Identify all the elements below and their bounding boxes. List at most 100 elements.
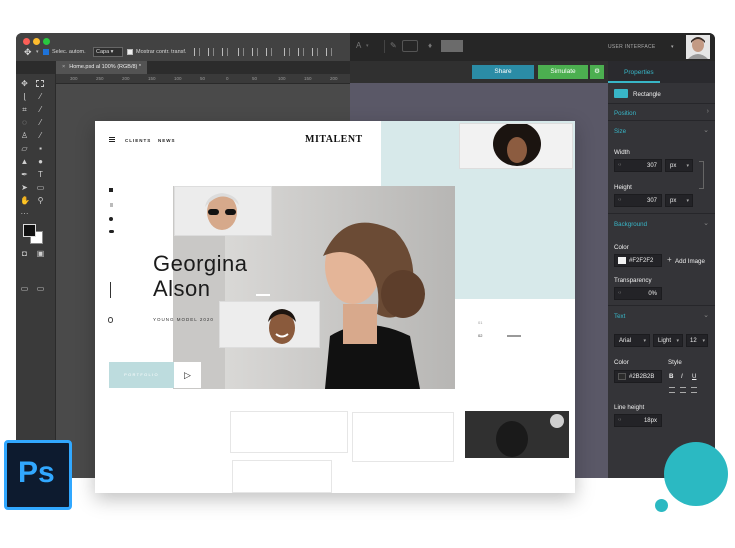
chevron-down-icon[interactable]: ▾ bbox=[36, 49, 39, 55]
align-left-icon[interactable] bbox=[194, 48, 200, 56]
section-size[interactable]: Size bbox=[614, 128, 626, 135]
align-bottom-icon[interactable] bbox=[266, 48, 272, 56]
frame-tool-icon[interactable]: ▭ bbox=[36, 284, 45, 293]
simulate-button[interactable]: Simulate bbox=[538, 65, 588, 79]
maximize-window-icon[interactable] bbox=[43, 38, 50, 45]
align-center-icon[interactable] bbox=[680, 387, 686, 393]
marquee-tool-icon[interactable] bbox=[36, 80, 44, 87]
share-button[interactable]: Share bbox=[472, 65, 534, 79]
pen-tool-icon[interactable]: ✒ bbox=[20, 170, 29, 179]
eyedropper-icon[interactable]: ⁄ bbox=[36, 105, 45, 114]
pen-icon[interactable]: ✎ bbox=[390, 41, 397, 50]
align-left-icon[interactable] bbox=[669, 387, 675, 393]
chevron-down-icon[interactable]: ⌄ bbox=[703, 219, 709, 227]
stepper-arrows-icon[interactable]: ‹› bbox=[618, 197, 621, 203]
twitter-icon[interactable] bbox=[109, 230, 114, 233]
stroke-select[interactable] bbox=[402, 40, 418, 52]
nav-clients[interactable]: CLIENTS bbox=[125, 138, 151, 143]
height-unit-select[interactable]: px ▾ bbox=[665, 194, 693, 207]
edit-toolbar-icon[interactable]: ▭ bbox=[20, 284, 29, 293]
foreground-color-swatch[interactable] bbox=[23, 224, 36, 237]
stepper-arrows-icon[interactable]: ‹› bbox=[618, 290, 621, 296]
chevron-down-icon[interactable]: ▾ bbox=[366, 43, 369, 49]
move-tool-icon[interactable]: ✥ bbox=[24, 47, 32, 58]
path-select-icon[interactable]: ➤ bbox=[20, 183, 29, 192]
align-center-icon[interactable] bbox=[208, 48, 214, 56]
text-color-swatch[interactable] bbox=[618, 373, 626, 380]
chevron-down-icon[interactable]: ⌄ bbox=[703, 311, 709, 319]
pager-next[interactable]: 02 bbox=[478, 333, 482, 338]
project-name[interactable]: USER INTERFACE bbox=[608, 44, 656, 50]
stepper-arrows-icon[interactable]: ‹› bbox=[618, 417, 621, 423]
distribute-top-icon[interactable] bbox=[284, 48, 290, 56]
facebook-icon[interactable] bbox=[110, 203, 113, 207]
settings-button[interactable]: ⚙ bbox=[590, 65, 604, 79]
brush-tool-icon[interactable]: ⁄ bbox=[36, 118, 45, 127]
distribute-horizontal-icon[interactable] bbox=[326, 48, 332, 56]
type-tool-icon[interactable]: T bbox=[36, 170, 45, 179]
hand-tool-icon[interactable]: ✋ bbox=[20, 196, 30, 205]
align-top-icon[interactable] bbox=[238, 48, 244, 56]
gradient-tool-icon[interactable]: ▪ bbox=[36, 144, 45, 153]
font-family-select[interactable]: Arial ▾ bbox=[614, 334, 650, 347]
align-right-icon[interactable] bbox=[691, 387, 697, 393]
chevron-down-icon[interactable]: ⌄ bbox=[703, 126, 709, 134]
blur-tool-icon[interactable]: ▲ bbox=[20, 157, 29, 166]
nav-news[interactable]: NEWS bbox=[158, 138, 176, 143]
section-text[interactable]: Text bbox=[614, 313, 625, 320]
stamp-tool-icon[interactable]: ♙ bbox=[20, 131, 29, 140]
history-brush-icon[interactable]: ⁄ bbox=[36, 131, 45, 140]
healing-brush-icon[interactable]: ◌ bbox=[20, 118, 29, 127]
close-window-icon[interactable] bbox=[23, 38, 30, 45]
screen-mode-icon[interactable]: ▣ bbox=[36, 249, 45, 258]
bg-color-swatch[interactable] bbox=[618, 257, 626, 264]
auto-select-checkbox[interactable] bbox=[43, 49, 49, 55]
move-tool-icon[interactable]: ✥ bbox=[20, 79, 29, 88]
fill-color-swatch[interactable] bbox=[441, 40, 463, 52]
stepper-arrows-icon[interactable]: ‹› bbox=[618, 162, 621, 168]
distribute-middle-icon[interactable] bbox=[298, 48, 304, 56]
play-button[interactable]: ▷ bbox=[174, 362, 201, 388]
font-size-select[interactable]: 12 ▾ bbox=[686, 334, 708, 347]
bg-color-field[interactable]: #F2F2F2 bbox=[614, 254, 662, 267]
add-image-button[interactable]: Add Image bbox=[675, 258, 705, 265]
fill-drop-icon[interactable]: ♦ bbox=[428, 41, 432, 50]
text-color-field[interactable]: #2B2B2B bbox=[614, 370, 662, 383]
chevron-down-icon[interactable]: ▾ bbox=[671, 44, 674, 50]
pinterest-icon[interactable] bbox=[109, 217, 113, 221]
minimize-window-icon[interactable] bbox=[33, 38, 40, 45]
pager-current[interactable]: 01 bbox=[478, 320, 482, 325]
dodge-tool-icon[interactable]: ● bbox=[36, 157, 45, 166]
user-avatar[interactable] bbox=[686, 35, 710, 59]
distribute-bottom-icon[interactable] bbox=[312, 48, 318, 56]
section-position[interactable]: Position bbox=[614, 110, 636, 117]
layer-select-dropdown[interactable]: Capa ▾ bbox=[93, 47, 123, 57]
line-height-field[interactable]: ‹› 18px bbox=[614, 414, 662, 427]
brand-logo[interactable]: MITALENT bbox=[305, 134, 363, 145]
bold-toggle[interactable]: B bbox=[669, 373, 673, 380]
document-tab[interactable]: × Home.psd al 100% (RGB/8) * bbox=[56, 61, 148, 74]
close-tab-icon[interactable]: × bbox=[62, 64, 65, 70]
text-tool-icon[interactable]: A bbox=[356, 41, 361, 50]
zoom-tool-icon[interactable]: ⚲ bbox=[36, 196, 45, 205]
more-tools-icon[interactable]: ··· bbox=[20, 209, 29, 218]
italic-toggle[interactable]: I bbox=[681, 373, 683, 380]
align-right-icon[interactable] bbox=[222, 48, 228, 56]
portfolio-button[interactable]: PORTFOLIO bbox=[109, 362, 174, 388]
tab-properties[interactable]: Properties bbox=[608, 61, 715, 83]
chevron-right-icon[interactable]: › bbox=[707, 108, 709, 115]
eraser-tool-icon[interactable]: ▱ bbox=[20, 144, 29, 153]
align-middle-icon[interactable] bbox=[252, 48, 258, 56]
height-field[interactable]: ‹› 307 bbox=[614, 194, 662, 207]
show-transform-checkbox[interactable] bbox=[127, 49, 133, 55]
width-field[interactable]: ‹› 307 bbox=[614, 159, 662, 172]
add-image-plus-icon[interactable]: + bbox=[667, 255, 672, 264]
crop-tool-icon[interactable]: ⌗ bbox=[20, 105, 29, 114]
width-unit-select[interactable]: px ▾ bbox=[665, 159, 693, 172]
magic-wand-icon[interactable]: ⁄ bbox=[36, 92, 45, 101]
transparency-field[interactable]: ‹› 0% bbox=[614, 287, 662, 300]
underline-toggle[interactable]: U bbox=[692, 373, 696, 380]
link-dimensions-icon[interactable] bbox=[699, 161, 704, 189]
lasso-tool-icon[interactable]: ɭ bbox=[20, 92, 29, 101]
shape-tool-icon[interactable]: ▭ bbox=[36, 183, 45, 192]
